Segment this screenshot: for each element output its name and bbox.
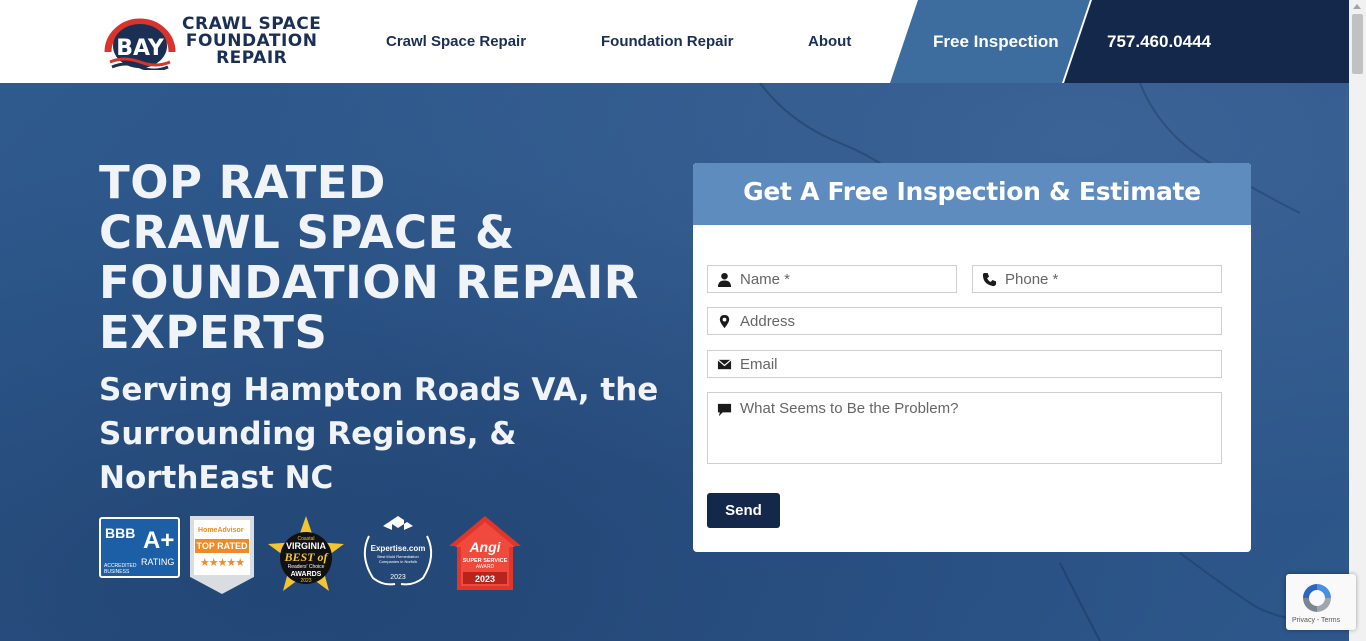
homeadvisor-top-rated-label: TOP RATED [195,539,249,553]
bbb-rating-label: RATING [141,557,175,567]
expertise-desc: Best Mold Remediation Companies in Norfo… [377,554,419,564]
homeadvisor-badge-inner: HomeAdvisor TOP RATED ★★★★★ [194,520,250,575]
expertise-brand: Expertise.com [370,544,426,553]
logo-wordmark: CRAWL SPACE FOUNDATION REPAIR [182,16,321,67]
envelope-icon [717,359,732,370]
send-button[interactable]: Send [707,493,780,528]
free-inspection-form: Get A Free Inspection & Estimate Send [693,163,1251,552]
chat-bubble-icon [717,403,732,417]
phone-field[interactable] [972,265,1222,293]
email-field[interactable] [707,350,1222,378]
hero-title-line-2: CRAWL SPACE & [99,206,515,259]
scroll-up-arrow-icon[interactable] [1353,4,1361,9]
logo-badge-text: BAY [116,36,165,61]
hero-title-line-1: TOP RATED [99,156,386,209]
va-badge-line-5: AWARDS [291,571,322,578]
phone-input[interactable] [1005,266,1213,292]
bbb-grade: A+ [143,527,175,554]
nav-crawl-space-repair[interactable]: Crawl Space Repair [386,33,526,50]
problem-field[interactable] [707,392,1222,464]
map-marker-icon [719,314,730,329]
user-icon [717,272,732,287]
name-input[interactable] [740,266,948,292]
angi-line-2: AWARD [476,564,495,570]
form-header: Get A Free Inspection & Estimate [693,163,1251,225]
hero-title: TOP RATED CRAWL SPACE & FOUNDATION REPAI… [99,158,639,358]
nav-about[interactable]: About [808,33,851,50]
homeadvisor-brand: HomeAdvisor [198,527,244,534]
va-badge-line-4: Readers' Choice [288,564,325,570]
address-field[interactable] [707,307,1222,335]
site-header: BAY CRAWL SPACE FOUNDATION REPAIR Crawl … [0,0,1349,83]
address-input[interactable] [740,308,1213,334]
bbb-accredited-label: ACCREDITED BUSINESS [104,563,137,575]
phone-number-button[interactable]: 757.460.0444 [1064,0,1349,83]
recaptcha-icon [1303,584,1331,612]
recaptcha-privacy-terms[interactable]: Privacy - Terms [1292,617,1340,624]
logo-line-3: REPAIR [216,48,288,68]
homeadvisor-stars-icon: ★★★★★ [199,557,245,569]
angi-super-service-award-badge: Angi SUPER SERVICE AWARD 2023 [449,516,521,590]
nav-foundation-repair[interactable]: Foundation Repair [601,33,734,50]
phone-number-label: 757.460.0444 [1107,32,1211,51]
angi-year: 2023 [475,574,495,584]
scrollbar-thumb[interactable] [1352,14,1363,74]
free-inspection-label: Free Inspection [933,32,1059,51]
name-field[interactable] [707,265,957,293]
expertise-award-badge: Expertise.com Best Mold Remediation Comp… [355,516,441,588]
email-input[interactable] [740,351,1213,377]
hero-title-line-4: EXPERTS [99,306,328,359]
hero-subtitle: Serving Hampton Roads VA, the Surroundin… [99,372,659,496]
bbb-logo-text: BBB [105,525,136,541]
hero-title-line-3: FOUNDATION REPAIR [99,256,639,309]
va-badge-year: 2023 [300,578,311,584]
site-logo[interactable]: BAY CRAWL SPACE FOUNDATION REPAIR [104,12,334,72]
form-title: Get A Free Inspection & Estimate [743,177,1201,206]
expertise-year: 2023 [390,574,406,581]
recaptcha-badge[interactable]: Privacy - Terms [1286,574,1356,630]
page-scrollbar[interactable] [1349,0,1366,641]
coastal-virginia-best-of-award-badge: Coastal VIRGINIA BEST of Readers' Choice… [268,516,344,591]
bbb-a-plus-badge: BBB A+ RATING ACCREDITED BUSINESS [99,517,180,578]
bay-logo-badge-icon: BAY [104,18,176,70]
free-inspection-button[interactable]: Free Inspection [890,0,1090,83]
va-badge-line-3: BEST of [283,550,328,564]
phone-icon [982,272,997,287]
problem-textarea[interactable] [740,400,1213,460]
angi-brand: Angi [468,539,501,555]
